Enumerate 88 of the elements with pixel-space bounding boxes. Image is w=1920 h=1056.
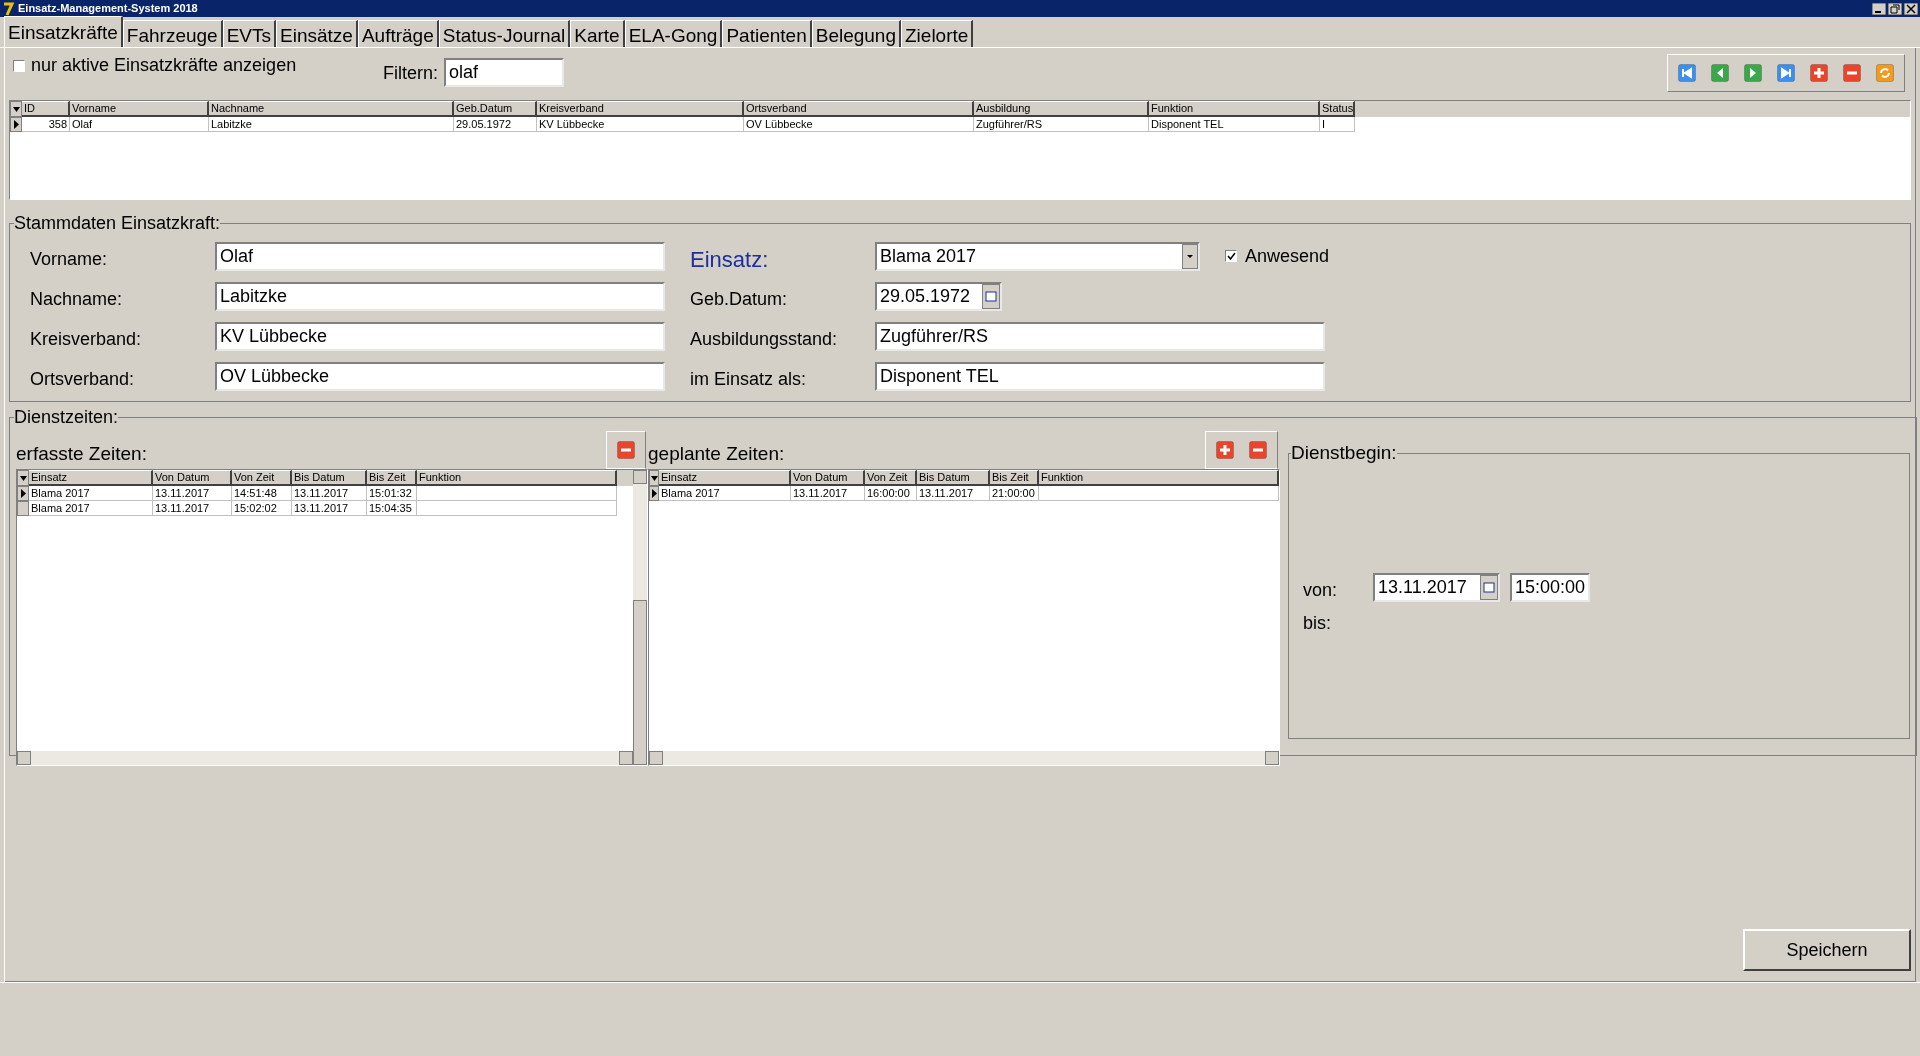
next-record-icon[interactable] [1744, 64, 1762, 82]
field-label: von: [1303, 578, 1339, 602]
table-cell: Disponent TEL [1149, 117, 1320, 132]
save-button[interactable]: Speichern [1743, 929, 1911, 971]
column-menu-icon[interactable] [649, 470, 659, 486]
current-row-icon [20, 489, 26, 498]
section-title: erfasste Zeiten: [16, 441, 147, 466]
close-icon[interactable] [1904, 2, 1918, 15]
column-menu-icon[interactable] [10, 101, 22, 117]
filter-field[interactable]: olaf [444, 58, 564, 87]
table-cell: 16:00:00 [865, 486, 917, 501]
table-cell: 358 [22, 117, 70, 132]
input-field[interactable]: Labitzke [215, 281, 665, 311]
group-title: Stammdaten Einsatzkraft: [14, 212, 221, 235]
remove-icon[interactable] [1843, 64, 1861, 82]
calendar-icon [1480, 574, 1498, 600]
refresh-icon[interactable] [1876, 64, 1894, 82]
tab[interactable]: Status-Journal [438, 20, 571, 47]
tab[interactable]: Belegung [811, 20, 901, 47]
checkbox[interactable] [1225, 250, 1237, 262]
table-cell: Blama 2017 [659, 486, 791, 501]
checkbox-label: Anwesend [1245, 244, 1330, 268]
restore-icon[interactable] [1888, 2, 1902, 15]
tab[interactable]: ELA-Gong [624, 20, 723, 47]
table-cell: OV Lübbecke [744, 117, 974, 132]
group-title: Dienstzeiten: [14, 406, 119, 429]
table-cell: Olaf [70, 117, 209, 132]
field-label: Ortsverband: [30, 367, 136, 391]
group-title: Dienstbegin: [1291, 441, 1397, 465]
tab[interactable]: Zielorte [901, 20, 974, 47]
section-title: geplante Zeiten: [648, 441, 785, 466]
input-field[interactable]: OV Lübbecke [215, 361, 665, 391]
input-field[interactable]: Disponent TEL [875, 361, 1325, 391]
tab[interactable]: Fahrzeuge [122, 20, 223, 47]
checkbox-label: nur aktive Einsatzkräfte anzeigen [31, 54, 297, 77]
field-label: Kreisverband: [30, 327, 143, 351]
column-menu-icon[interactable] [17, 470, 29, 486]
table-cell: 29.05.1972 [454, 117, 537, 132]
table-cell: 13.11.2017 [153, 501, 232, 516]
date-field[interactable]: 13.11.2017 [1373, 572, 1500, 602]
table-cell: 13.11.2017 [917, 486, 990, 501]
tab[interactable]: Aufträge [357, 20, 439, 47]
field-label: Einsatz: [690, 245, 770, 274]
remove-icon[interactable] [1249, 441, 1267, 459]
row-selector[interactable] [17, 486, 29, 501]
tab[interactable]: Einsatzkräfte [4, 16, 123, 47]
input-field[interactable]: Olaf [215, 241, 665, 271]
first-record-icon[interactable] [1678, 64, 1696, 82]
tab[interactable]: Karte [570, 20, 625, 47]
minimize-icon[interactable] [1872, 2, 1886, 15]
field-label: Geb.Datum: [690, 287, 789, 311]
field-label: im Einsatz als: [690, 367, 808, 391]
previous-record-icon[interactable] [1711, 64, 1729, 82]
filter-label: Filtern: [383, 62, 438, 85]
app-logo-icon [2, 1, 16, 16]
table-cell: Zugführer/RS [974, 117, 1149, 132]
field-label: Vorname: [30, 247, 109, 271]
field-label: Nachname: [30, 287, 124, 311]
table-cell: KV Lübbecke [537, 117, 744, 132]
remove-icon[interactable] [617, 441, 635, 459]
add-icon[interactable] [1216, 441, 1234, 459]
last-record-icon[interactable] [1777, 64, 1795, 82]
current-row-icon [13, 120, 19, 129]
table-cell: 15:04:35 [367, 501, 417, 516]
table-cell: Blama 2017 [29, 501, 153, 516]
table-cell: 21:00:00 [990, 486, 1039, 501]
field-label: Ausbildungsstand: [690, 327, 839, 351]
field-label: bis: [1303, 611, 1332, 635]
input-field[interactable]: KV Lübbecke [215, 321, 665, 351]
table-cell: 15:02:02 [232, 501, 292, 516]
table-cell: Labitzke [209, 117, 454, 132]
row-selector[interactable] [649, 486, 659, 501]
checkbox[interactable] [13, 59, 25, 72]
table-cell: 13.11.2017 [791, 486, 865, 501]
time-field[interactable]: 15:00:00 [1510, 572, 1590, 602]
dropdown[interactable]: Blama 2017 [875, 241, 1200, 271]
window-title: Einsatz-Management-System 2018 [18, 1, 198, 17]
row-selector[interactable] [10, 117, 22, 132]
date-field[interactable]: 29.05.1972 [875, 281, 1002, 311]
tab[interactable]: Einsätze [276, 20, 358, 47]
calendar-icon [982, 283, 1000, 309]
current-row-icon [651, 489, 657, 498]
table-cell: 13.11.2017 [292, 501, 367, 516]
input-field[interactable]: Zugführer/RS [875, 321, 1325, 351]
add-icon[interactable] [1810, 64, 1828, 82]
tab[interactable]: EVTs [222, 20, 277, 47]
table-cell: I [1320, 117, 1355, 132]
tab[interactable]: Patienten [722, 20, 812, 47]
